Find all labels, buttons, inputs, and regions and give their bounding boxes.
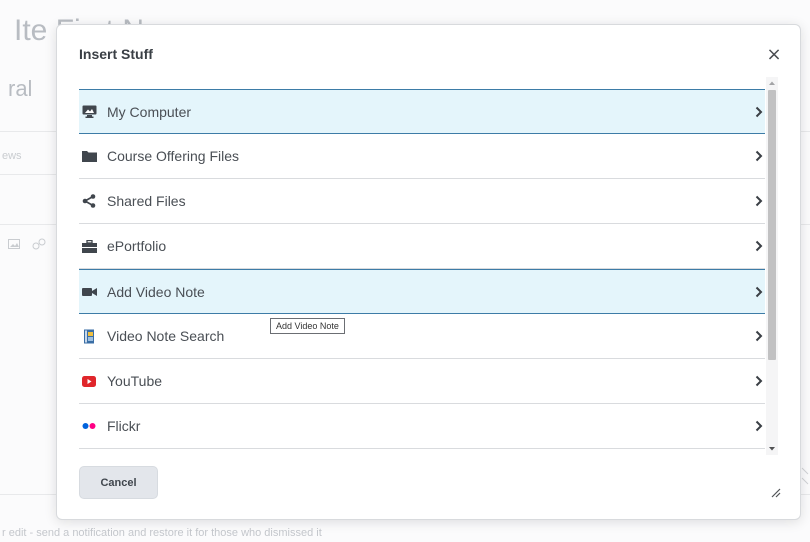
scrollbar-thumb[interactable]: [768, 90, 776, 360]
chevron-right-icon: [753, 285, 765, 299]
flickr-icon: [81, 418, 97, 434]
list-scrollbar[interactable]: [766, 77, 778, 455]
list-item-my-computer[interactable]: My Computer: [79, 89, 765, 134]
chevron-right-icon: [753, 239, 765, 253]
list-item-label: Course Offering Files: [107, 148, 240, 164]
list-item-label: ePortfolio: [107, 238, 167, 254]
list-item-label: YouTube: [107, 373, 163, 389]
background-footer-text: r edit - send a notification and restore…: [2, 527, 322, 539]
background-divider: [0, 174, 60, 175]
monitor-icon: [81, 104, 97, 120]
youtube-icon: [81, 373, 97, 389]
chevron-right-icon: [753, 105, 765, 119]
background-toolbar-image-icon[interactable]: [8, 238, 20, 252]
chevron-right-icon: [753, 149, 765, 163]
list-item-label: Add Video Note: [107, 283, 205, 300]
list-item-label: Shared Files: [107, 193, 186, 209]
resize-handle-icon[interactable]: [769, 485, 781, 498]
chevron-right-icon: [753, 329, 765, 343]
background-toolbar-link-icon[interactable]: [32, 238, 46, 253]
list-item-shared-files[interactable]: Shared Files: [79, 179, 765, 224]
video-search-icon: [81, 328, 97, 344]
list-item-add-video-note[interactable]: Add Video Note: [79, 269, 765, 314]
list-item-video-note-search[interactable]: Video Note Search: [79, 314, 765, 359]
share-icon: [81, 193, 97, 209]
scroll-up-arrow-icon[interactable]: [766, 77, 778, 89]
background-resize-icon: [800, 466, 810, 489]
list-item-eportfolio[interactable]: ePortfolio: [79, 224, 765, 269]
close-button[interactable]: ×: [763, 44, 785, 66]
list-item-label: Flickr: [107, 418, 141, 434]
folder-icon: [81, 148, 97, 164]
insert-source-list: My Computer Course Offering Files Shared…: [79, 89, 765, 453]
insert-stuff-dialog: Insert Stuff × My Computer Course Offeri…: [56, 24, 801, 520]
scroll-down-arrow-icon[interactable]: [766, 443, 778, 455]
page: Ite First N ral ews r edit - send a noti…: [0, 0, 810, 542]
list-item-youtube[interactable]: YouTube: [79, 359, 765, 404]
chevron-right-icon: [753, 194, 765, 208]
cancel-button[interactable]: Cancel: [79, 466, 158, 499]
tooltip: Add Video Note: [270, 318, 345, 334]
list-item-label: Video Note Search: [107, 328, 225, 344]
video-camera-icon: [81, 284, 97, 300]
briefcase-icon: [81, 238, 97, 254]
background-section-heading: ral: [8, 76, 33, 101]
dialog-title: Insert Stuff: [79, 46, 153, 62]
list-item-label: My Computer: [107, 103, 192, 120]
list-item-course-offering-files[interactable]: Course Offering Files: [79, 134, 765, 179]
background-tab[interactable]: ews: [2, 150, 22, 162]
list-item-flickr[interactable]: Flickr: [79, 404, 765, 449]
chevron-right-icon: [753, 374, 765, 388]
chevron-right-icon: [753, 419, 765, 433]
